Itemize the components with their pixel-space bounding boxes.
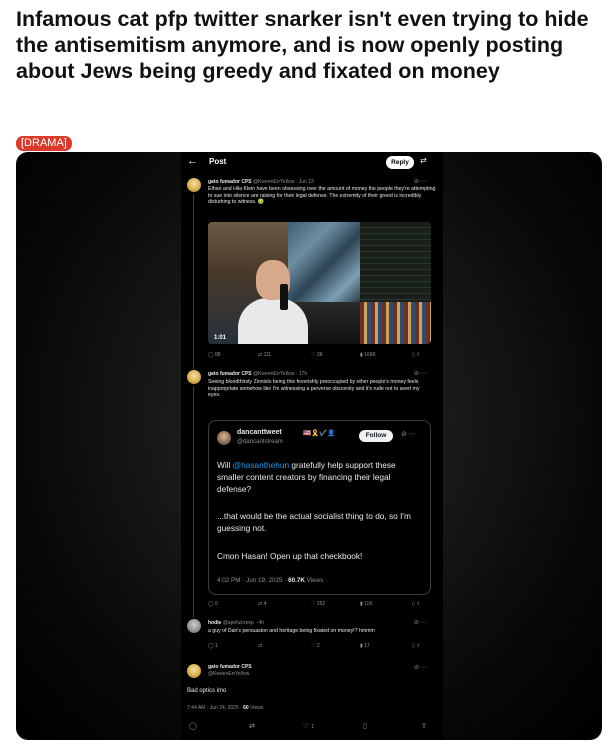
reply-button: Reply [386, 156, 414, 169]
quote-meta: 4:02 PM · Jun 19, 2025 · 60.7K Views [217, 577, 324, 584]
reply-count: ◯ 88 [208, 352, 221, 358]
reply-icon: ◯ [189, 723, 197, 730]
thread-line [193, 194, 194, 370]
quote-handle: @dancantstream [237, 439, 283, 445]
view-count: ▮ 17 [360, 643, 370, 649]
screenshot-image[interactable]: ← Post Reply ⇄ gato fumador CPS @KweenEr… [16, 152, 602, 740]
tweet-actions: ◯ 9 ⇄ 4 ♡ 252 ▮ 11K ▯ ⇪ [208, 601, 436, 609]
repost-icon: ⇄ [249, 723, 255, 730]
avatar [187, 619, 201, 633]
avatar [187, 178, 201, 192]
tweet-thread-screenshot: ← Post Reply ⇄ gato fumador CPS @KweenEr… [181, 152, 443, 740]
like-count: ♡ 252 [311, 601, 326, 607]
tweet-author-line: gato fumador CPS @KweenErrYellow · 17h [208, 371, 307, 377]
quote-badges: 🇺🇸🎗️✔️👤 [303, 430, 336, 437]
view-count: ▮ 166K [360, 352, 376, 358]
tweet-actions: ◯ 1 ⇄ ♡ 2 ▮ 17 ▯ ⇪ [208, 643, 436, 651]
author-name: hodie [208, 620, 222, 626]
more-icon: ⊘ ⋯ [414, 179, 427, 185]
tweet-text: Bad optics imo [187, 688, 227, 694]
reply-count: ◯ 9 [208, 601, 218, 607]
author-name: gato fumador CPS [208, 371, 252, 377]
quote-author-name: dancanttweet [237, 429, 282, 436]
video-map-panel [288, 222, 360, 302]
view-count: ▮ 11K [360, 601, 373, 607]
video-thumbnail: 1:01 [208, 222, 431, 344]
video-timestamp: 1:01 [214, 335, 227, 341]
video-shelf [360, 302, 431, 344]
more-icon: ⊘ ⋯ [414, 371, 427, 377]
bookmark-icon: ▯ [363, 723, 367, 730]
quote-paragraph-3: Cmon Hasan! Open up that checkbook! [217, 551, 363, 561]
video-chat-panel [360, 222, 431, 302]
like-count: ♡ 3K [311, 352, 323, 358]
thread-line [193, 386, 194, 618]
repost-count: ⇄ 111 [258, 352, 272, 358]
avatar [217, 431, 231, 445]
video-person-body [238, 298, 308, 344]
author-handle: @KweenErrYellow [208, 671, 250, 677]
post-title[interactable]: Infamous cat pfp twitter snarker isn't e… [16, 6, 606, 84]
tweet-author-line: gato fumador CPS @KweenErrYellow · Jun 2… [208, 179, 314, 185]
author-meta: @apefuicreep · 4h [222, 620, 264, 626]
top-bar: ← Post Reply ⇄ [181, 152, 443, 174]
tweet-text: Seeing bloodthirsty Zionists being this … [208, 379, 420, 398]
like-count: ♡ 1 [303, 723, 315, 730]
author-meta: @KweenErrYellow · Jun 23 [253, 179, 314, 185]
like-count: ♡ 2 [311, 643, 320, 649]
mention-link: @hasanthehun [232, 460, 290, 470]
video-mic [280, 284, 288, 310]
bookmark-share-icons: ▯ ⇪ [412, 601, 421, 607]
bookmark-share-icons: ▯ ⇪ [412, 352, 421, 358]
author-name: gato fumador CPS [208, 179, 252, 185]
adjust-icon: ⇄ [420, 156, 427, 165]
reply-count: ◯ 1 [208, 643, 218, 649]
tweet-author-line: gato fumador CPS [208, 664, 252, 670]
share-icon: ⇪ [421, 723, 427, 730]
more-icon: ⊘ ⋯ [414, 620, 427, 626]
quote-paragraph-1: Will @hasanthehun gratefully help suppor… [217, 460, 396, 494]
tweet-actions: ◯ 88 ⇄ 111 ♡ 3K ▮ 166K ▯ ⇪ [208, 352, 436, 360]
quoted-tweet: dancanttweet 🇺🇸🎗️✔️👤 @dancantstream Foll… [208, 420, 431, 595]
repost-count: ⇄ [258, 643, 263, 649]
quote-paragraph-2: ...that would be the actual socialist th… [217, 511, 411, 533]
tweet-author-line: hodie @apefuicreep · 4h [208, 620, 264, 626]
bookmark-share-icons: ▯ ⇪ [412, 643, 421, 649]
avatar [187, 664, 201, 678]
tweet-text: Ethan and Hila Klein have been obsessing… [208, 186, 436, 205]
flair-badge: [DRAMA] [16, 136, 72, 151]
tweet-meta: 7:44 AM · Jun 24, 2025 · 60 Views [187, 705, 264, 711]
post-header-title: Post [209, 157, 227, 166]
more-icon: ⊘ ⋯ [401, 431, 416, 438]
follow-button: Follow [359, 430, 393, 442]
more-icon: ⊘ ⋯ [414, 665, 427, 671]
author-meta: @KweenErrYellow · 17h [253, 371, 308, 377]
repost-count: ⇄ 4 [258, 601, 267, 607]
tweet-text: a guy of Dan's persuasion and heritage b… [208, 628, 375, 634]
author-name: gato fumador CPS [208, 664, 252, 670]
avatar [187, 370, 201, 384]
back-arrow-icon: ← [187, 155, 198, 167]
